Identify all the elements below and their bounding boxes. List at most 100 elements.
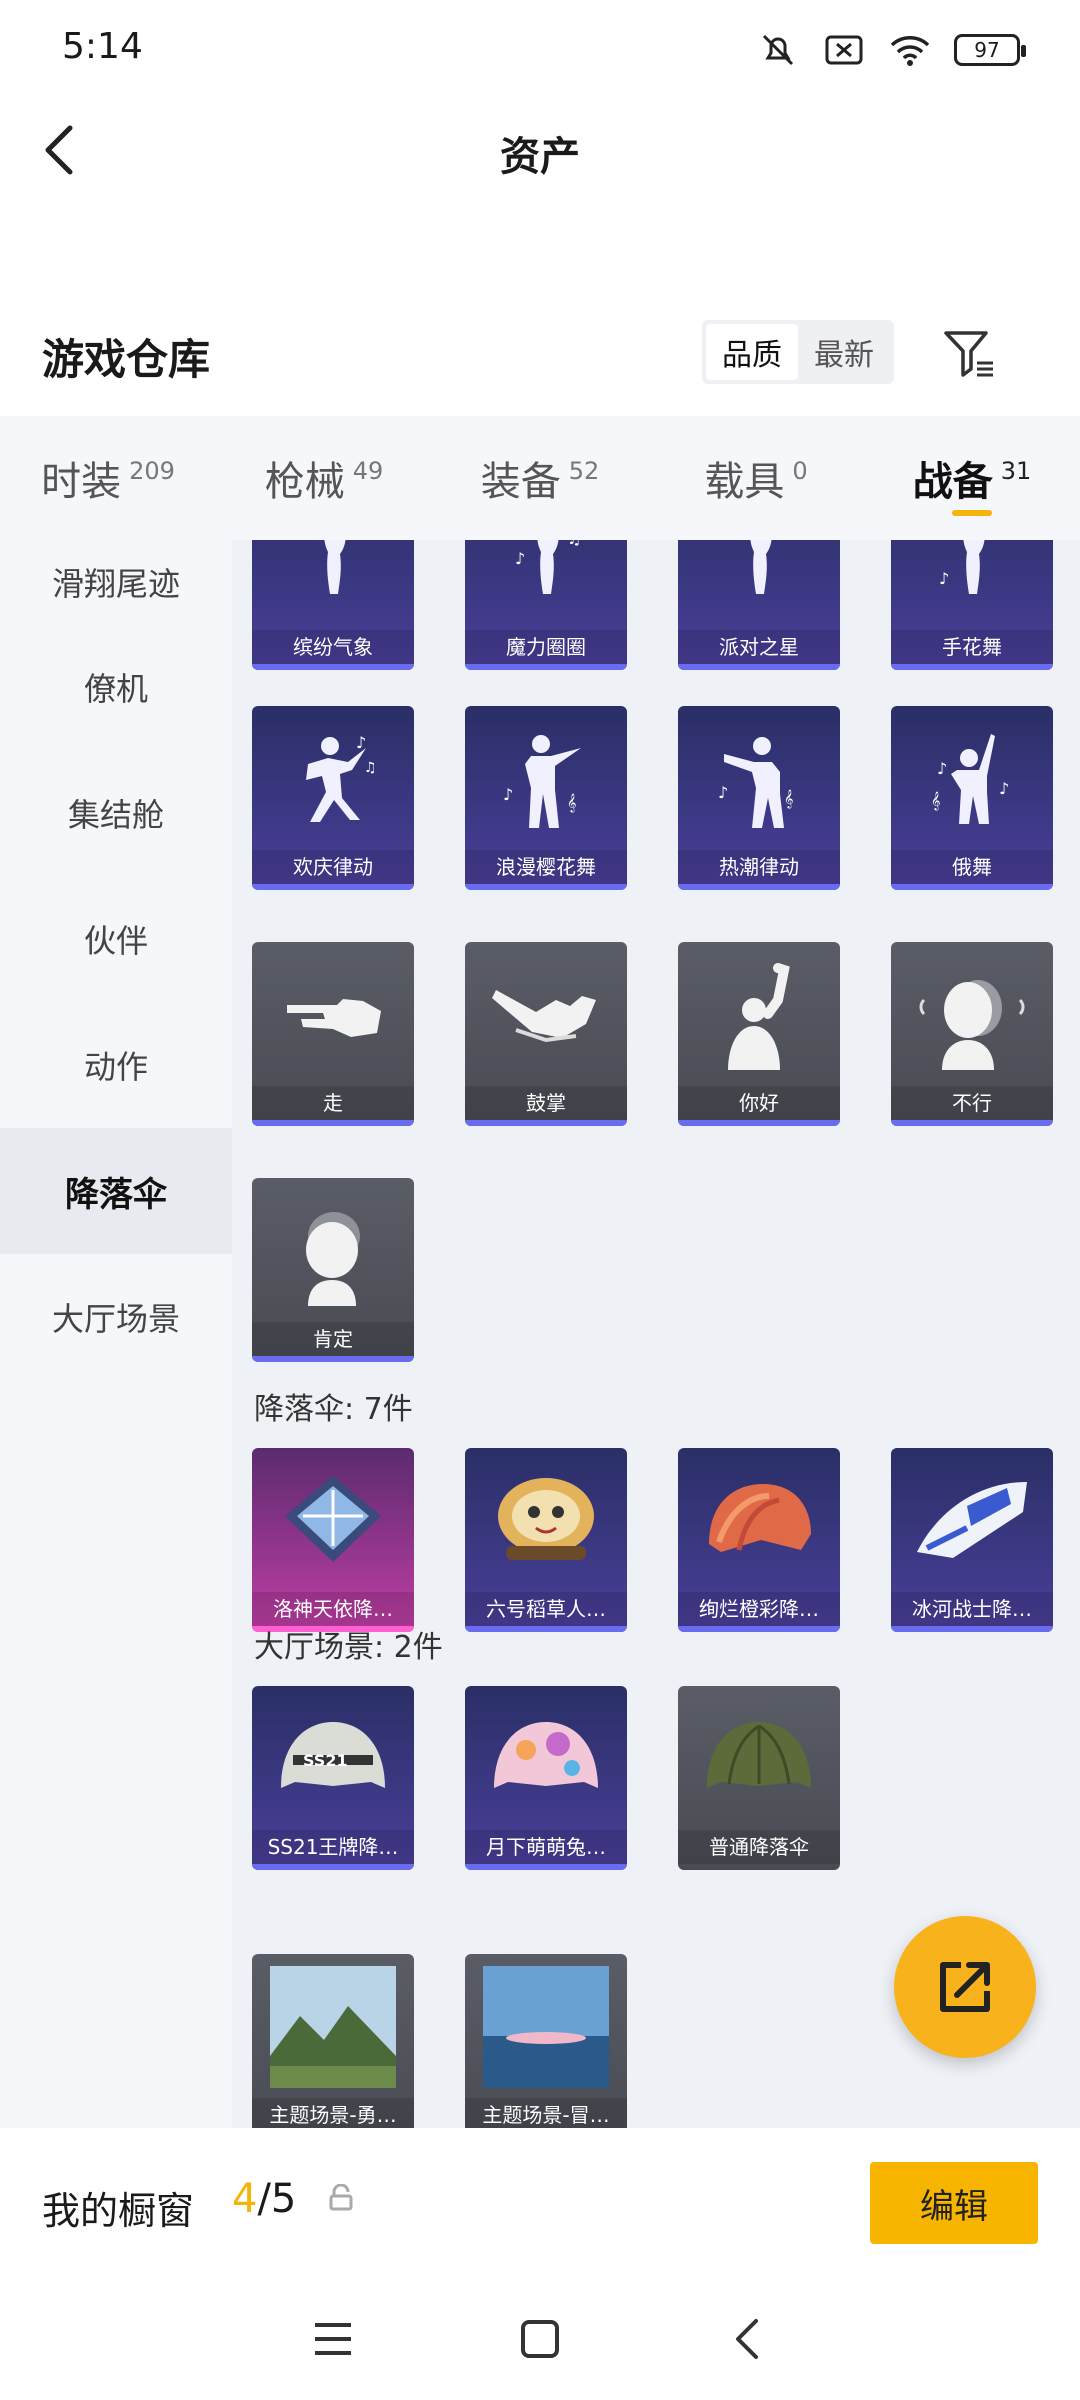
lock-icon — [328, 2183, 356, 2212]
tab-count: 31 — [1000, 457, 1032, 485]
sidebar-item-assembly-pod[interactable]: 集结舱 — [0, 750, 232, 876]
wifi-icon — [888, 30, 932, 70]
showcase-panel: 我的橱窗 4/5 编辑 — [0, 2128, 1080, 2278]
item-label: 派对之星 — [678, 630, 840, 664]
parachute-card[interactable]: 月下萌萌兔… — [465, 1686, 627, 1870]
share-button[interactable] — [894, 1916, 1036, 2058]
status-bar: 5:14 97 — [0, 0, 1080, 100]
emote-card[interactable]: ♪ ♫ 欢庆律动 — [252, 706, 414, 890]
parachute-icon: SS21 — [252, 1686, 414, 1831]
parachute-card[interactable]: 普通降落伞 — [678, 1686, 840, 1870]
sidebar-item-lobby-scene[interactable]: 大厅场景 — [0, 1254, 232, 1380]
tab-vehicles[interactable]: 载具 0 — [648, 416, 864, 540]
sidebar-item-companion[interactable]: 伙伴 — [0, 876, 232, 1002]
filter-button[interactable] — [940, 324, 1000, 384]
nav-back-button[interactable] — [717, 2309, 777, 2369]
item-label: 热潮律动 — [678, 850, 840, 884]
parachute-card[interactable]: 六号稻草人… — [465, 1448, 627, 1632]
pointing-hand-icon — [252, 942, 414, 1087]
tab-label: 装备 — [480, 459, 561, 505]
parachute-icon — [252, 1448, 414, 1593]
svg-text:♪: ♪ — [718, 783, 728, 802]
emote-card[interactable]: ♪ 𝄞 浪漫樱花舞 — [465, 706, 627, 890]
sidebar-item-parachute[interactable]: 降落伞 — [0, 1128, 232, 1254]
showcase-title: 我的橱窗 — [42, 2189, 195, 2233]
emote-card[interactable]: ♪ 𝄞 ♪ 俄舞 — [891, 706, 1053, 890]
tab-label: 战备 — [912, 459, 993, 505]
menu-icon — [315, 2323, 352, 2355]
parachute-section-label: 降落伞: 7件 — [254, 1392, 413, 1427]
dancer-icon: ♪ — [891, 540, 1053, 631]
battery-level: 97 — [974, 38, 1000, 62]
tab-combat-gear[interactable]: 战备 31 — [864, 416, 1080, 540]
sidebar-item-emotes[interactable]: 动作 — [0, 1002, 232, 1128]
sidebar-item-glide-trail[interactable]: 滑翔尾迹 — [0, 540, 232, 624]
item-label: 主题场景-勇… — [252, 2098, 414, 2128]
category-tabs: 时装 209 枪械 49 装备 52 载具 0 战备 31 — [0, 416, 1080, 540]
warehouse-title: 游戏仓库 — [42, 335, 211, 384]
tab-weapons[interactable]: 枪械 49 — [216, 416, 432, 540]
item-label: 缤纷气象 — [252, 630, 414, 664]
svg-text:𝄞: 𝄞 — [567, 793, 576, 813]
svg-text:♪: ♪ — [356, 733, 366, 752]
parachute-icon — [678, 1686, 840, 1831]
dancer-icon: ♪♫ — [252, 706, 414, 851]
parachute-card[interactable]: 绚烂橙彩降… — [678, 1448, 840, 1632]
status-icons: 97 — [756, 30, 1026, 70]
emote-card[interactable]: 肯定 — [252, 1178, 414, 1362]
edit-button[interactable]: 编辑 — [870, 2162, 1038, 2244]
sort-toggle: 品质 最新 — [702, 320, 894, 384]
parachute-icon — [465, 1686, 627, 1831]
dancer-icon — [252, 540, 414, 631]
nav-menu-button[interactable] — [303, 2309, 363, 2369]
lobby-scene-card[interactable]: 主题场景-冒… — [465, 1954, 627, 2128]
item-label: 洛神天依降… — [252, 1592, 414, 1626]
showcase-current: 4 — [232, 2176, 258, 2222]
nav-home-button[interactable] — [510, 2309, 570, 2369]
item-label: 鼓掌 — [465, 1086, 627, 1120]
tab-count: 209 — [129, 457, 175, 485]
emote-card[interactable]: 你好 — [678, 942, 840, 1126]
item-label: 绚烂橙彩降… — [678, 1592, 840, 1626]
item-label: 欢庆律动 — [252, 850, 414, 884]
back-triangle-icon — [735, 2319, 758, 2359]
sort-quality-button[interactable]: 品质 — [706, 324, 798, 380]
item-label: 肯定 — [252, 1322, 414, 1356]
dancer-icon: ♪ 𝄞 ♪ — [891, 706, 1053, 851]
showcase-total: /5 — [257, 2176, 297, 2222]
parachute-card[interactable]: 洛神天依降… — [252, 1448, 414, 1632]
svg-text:♪: ♪ — [937, 759, 947, 778]
emote-card[interactable]: 走 — [252, 942, 414, 1126]
sort-latest-button[interactable]: 最新 — [798, 324, 890, 380]
sidebar-item-wingman[interactable]: 僚机 — [0, 624, 232, 750]
lobby-section-label: 大厅场景: 2件 — [254, 1630, 443, 1665]
emote-card[interactable]: 缤纷气象 — [252, 540, 414, 670]
tab-count: 49 — [352, 457, 384, 485]
emote-card[interactable]: ♪ 手花舞 — [891, 540, 1053, 670]
item-label: 不行 — [891, 1086, 1053, 1120]
emote-card[interactable]: ♪ 𝄞 热潮律动 — [678, 706, 840, 890]
dancer-icon: ♪ 𝄞 — [465, 706, 627, 851]
no-sim-icon — [822, 30, 866, 70]
parachute-icon — [678, 1448, 840, 1593]
parachute-card[interactable]: 冰河战士降… — [891, 1448, 1053, 1632]
lobby-scene-card[interactable]: 主题场景-勇… — [252, 1954, 414, 2128]
item-label: 俄舞 — [891, 850, 1053, 884]
emote-card[interactable]: 不行 — [891, 942, 1053, 1126]
item-label: 冰河战士降… — [891, 1592, 1053, 1626]
emote-card[interactable]: ♪♫ 魔力圈圈 — [465, 540, 627, 670]
emote-card[interactable]: 派对之星 — [678, 540, 840, 670]
battery-icon: 97 — [954, 34, 1026, 66]
svg-text:♪: ♪ — [503, 785, 513, 804]
tab-count: 52 — [568, 457, 600, 485]
emote-card[interactable]: 鼓掌 — [465, 942, 627, 1126]
parachute-card[interactable]: SS21 SS21王牌降… — [252, 1686, 414, 1870]
tab-equipment[interactable]: 装备 52 — [432, 416, 648, 540]
item-label: SS21王牌降… — [252, 1830, 414, 1864]
home-square-icon — [520, 2320, 559, 2358]
tab-label: 载具 — [704, 459, 785, 505]
dancer-icon — [678, 540, 840, 631]
tab-fashion[interactable]: 时装 209 — [0, 416, 216, 540]
item-label: 走 — [252, 1086, 414, 1120]
seascape-thumbnail — [465, 1954, 627, 2099]
